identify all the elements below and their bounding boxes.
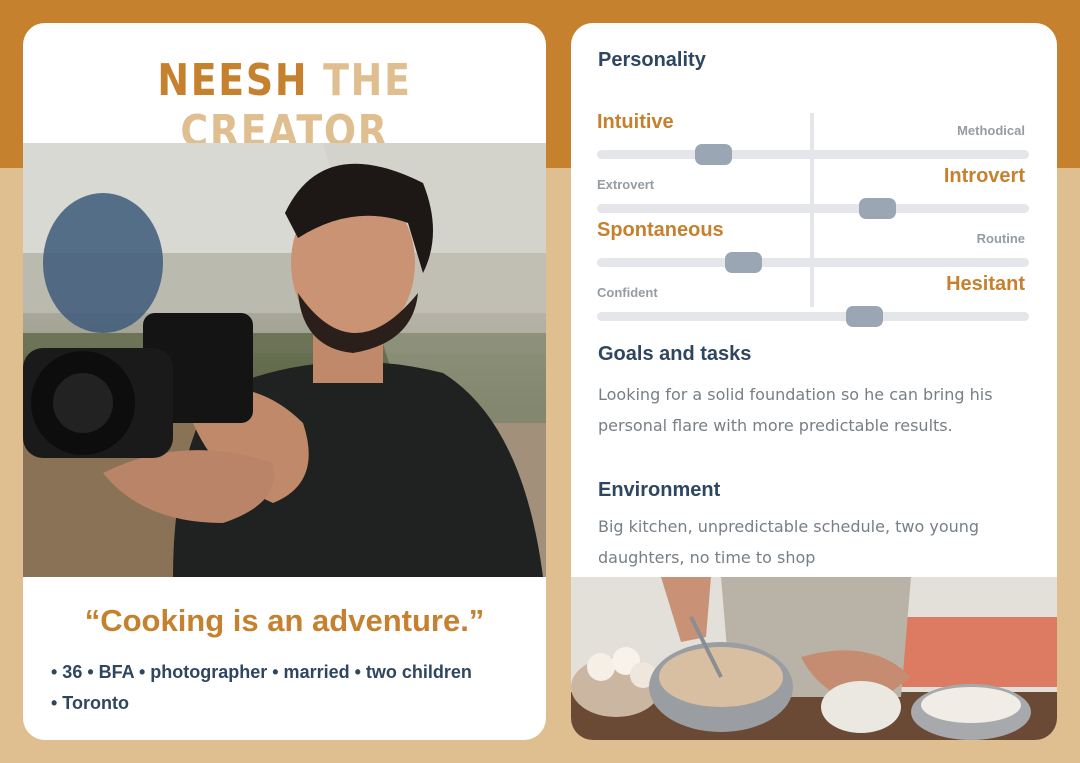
slider-track[interactable]: [597, 312, 1029, 321]
environment-text: Big kitchen, unpredictable schedule, two…: [598, 517, 980, 567]
goals-text: Looking for a solid foundation so he can…: [598, 385, 993, 435]
slider-label-right: Hesitant: [946, 273, 1025, 295]
personality-sliders: Intuitive Methodical Extrovert Introvert…: [597, 111, 1029, 327]
slider-spontaneous-routine[interactable]: Spontaneous Routine: [597, 219, 1029, 273]
portrait-illustration: [23, 143, 546, 577]
slider-extrovert-introvert[interactable]: Extrovert Introvert: [597, 165, 1029, 219]
slider-label-right: Routine: [976, 231, 1025, 246]
slider-track[interactable]: [597, 258, 1029, 267]
slider-intuitive-methodical[interactable]: Intuitive Methodical: [597, 111, 1029, 165]
slider-thumb[interactable]: [725, 252, 762, 273]
slider-track[interactable]: [597, 204, 1029, 213]
slider-thumb[interactable]: [846, 306, 883, 327]
cooking-photo: [571, 577, 1057, 740]
persona-card: NEESH THE CREATOR “Cooking is an adventu…: [23, 23, 546, 740]
portrait-photo: [23, 143, 546, 577]
goals-heading: Goals and tasks: [598, 343, 752, 365]
slider-label-right: Methodical: [957, 123, 1025, 138]
persona-title: NEESH THE CREATOR: [60, 55, 510, 157]
slider-confident-hesitant[interactable]: Confident Hesitant: [597, 273, 1029, 327]
persona-name: NEESH: [157, 55, 309, 106]
persona-quote: “Cooking is an adventure.”: [84, 603, 485, 638]
slider-track[interactable]: [597, 150, 1029, 159]
details-card: Personality Intuitive Methodical Extrove…: [571, 23, 1057, 740]
persona-facts: • 36 • BFA • photographer • married • tw…: [51, 657, 521, 719]
slider-thumb[interactable]: [695, 144, 732, 165]
slider-label-right: Introvert: [943, 165, 1025, 187]
slider-label-left: Confident: [597, 285, 658, 300]
slider-label-left: Intuitive: [597, 111, 674, 133]
cooking-illustration: [571, 577, 1057, 740]
facts-line-1: • 36 • BFA • photographer • married • tw…: [51, 662, 472, 682]
environment-heading: Environment: [598, 479, 721, 501]
facts-line-2: • Toronto: [51, 693, 129, 713]
slider-label-left: Spontaneous: [597, 219, 724, 241]
slider-thumb[interactable]: [859, 198, 896, 219]
personality-heading: Personality: [598, 49, 706, 71]
slider-label-left: Extrovert: [597, 177, 655, 192]
